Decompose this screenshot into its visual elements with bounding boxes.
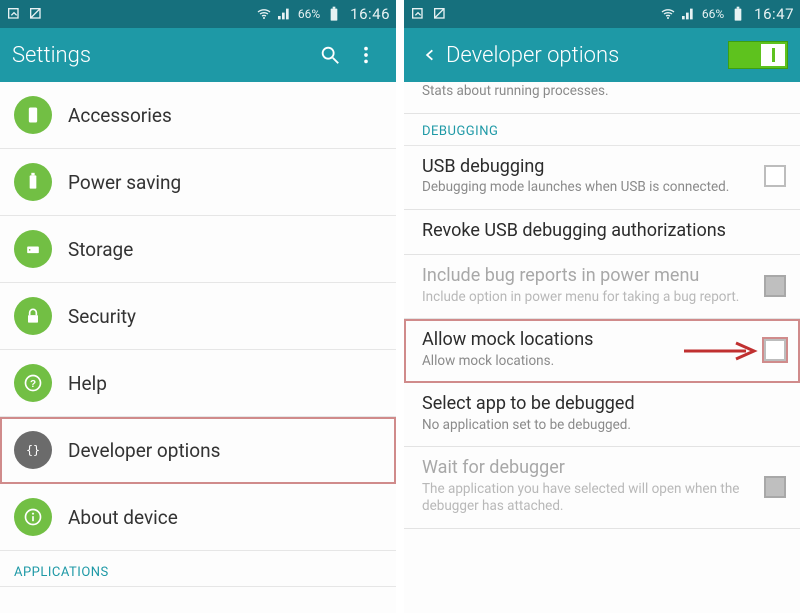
settings-item-security[interactable]: Security [0,283,396,350]
checkbox[interactable] [764,165,786,187]
settings-item-label: Developer options [68,439,220,462]
screenshot-icon [432,6,448,22]
pref-sub: Stats about running processes. [422,83,786,101]
settings-item-about-device[interactable]: About device [0,484,396,551]
pref-sub: Include option in power menu for taking … [422,289,756,307]
battery-icon [730,6,746,22]
clock: 16:47 [754,5,794,23]
appbar: Developer options [404,28,800,82]
wifi-icon [660,6,676,22]
settings-item-power-saving[interactable]: Power saving [0,149,396,216]
battery-saver-icon [14,163,52,201]
settings-item-label: Storage [68,238,133,261]
screenshot-icon [28,6,44,22]
signal-icon [680,6,696,22]
developer-list: Stats about running processes. DEBUGGING… [404,82,800,613]
pref-revoke-usb[interactable]: Revoke USB debugging authorizations [404,210,800,256]
settings-item-label: Accessories [68,104,172,127]
back-button[interactable] [416,44,444,66]
accessory-icon [14,96,52,134]
battery-percent: 66% [298,7,320,21]
braces-icon: {} [14,431,52,469]
pref-sub: Allow mock locations. [422,353,756,371]
chevron-left-icon [423,44,437,66]
search-button[interactable] [312,37,348,73]
pref-title: Revoke USB debugging authorizations [422,220,786,243]
signal-icon [276,6,292,22]
appbar: Settings [0,28,396,82]
settings-item-label: About device [68,506,178,529]
checkbox[interactable] [764,339,786,361]
pref-title: Include bug reports in power menu [422,265,756,288]
master-toggle[interactable] [728,41,788,69]
clock: 16:46 [350,5,390,23]
pref-title: Allow mock locations [422,329,756,352]
settings-item-developer-options[interactable]: {} Developer options [0,417,396,484]
pref-usb-debugging[interactable]: USB debugging Debugging mode launches wh… [404,146,800,210]
info-icon [14,498,52,536]
pref-sub: No application set to be debugged. [422,417,786,435]
page-title: Developer options [446,43,728,68]
svg-text:?: ? [30,379,36,390]
settings-item-accessories[interactable]: Accessories [0,82,396,149]
battery-percent: 66% [702,7,724,21]
page-title: Settings [12,43,312,68]
checkbox [764,476,786,498]
checkbox [764,275,786,297]
pref-bug-reports: Include bug reports in power menu Includ… [404,255,800,319]
pref-title: USB debugging [422,156,756,179]
settings-item-label: Power saving [68,171,181,194]
sync-icon [6,6,22,22]
search-icon [319,44,341,66]
section-debugging: DEBUGGING [404,114,800,146]
pref-title: Wait for debugger [422,457,756,480]
statusbar: 66% 16:46 [0,0,396,28]
pref-mock-locations[interactable]: Allow mock locations Allow mock location… [404,319,800,383]
pref-select-debug-app[interactable]: Select app to be debugged No application… [404,383,800,447]
statusbar: 66% 16:47 [404,0,800,28]
section-applications: APPLICATIONS [0,551,396,587]
settings-item-storage[interactable]: Storage [0,216,396,283]
pref-title: Select app to be debugged [422,393,786,416]
wifi-icon [256,6,272,22]
settings-item-label: Help [68,372,107,395]
sync-icon [410,6,426,22]
pref-wait-debugger: Wait for debugger The application you ha… [404,447,800,529]
more-icon [355,44,377,66]
settings-list: Accessories Power saving Storage Securit… [0,82,396,613]
settings-item-label: Security [68,305,136,328]
battery-icon [326,6,342,22]
help-icon: ? [14,364,52,402]
pref-sub: The application you have selected will o… [422,481,756,516]
settings-item-help[interactable]: ? Help [0,350,396,417]
svg-text:{}: {} [26,443,40,457]
overflow-button[interactable] [348,37,384,73]
storage-icon [14,230,52,268]
phone-developer-options: 66% 16:47 Developer options Stats about … [404,0,800,613]
toggle-knob [761,44,785,66]
pref-sub: Debugging mode launches when USB is conn… [422,179,756,197]
pref-process-stats[interactable]: Stats about running processes. [404,82,800,114]
phone-settings: 66% 16:46 Settings Accessories Power sav… [0,0,396,613]
lock-icon [14,297,52,335]
